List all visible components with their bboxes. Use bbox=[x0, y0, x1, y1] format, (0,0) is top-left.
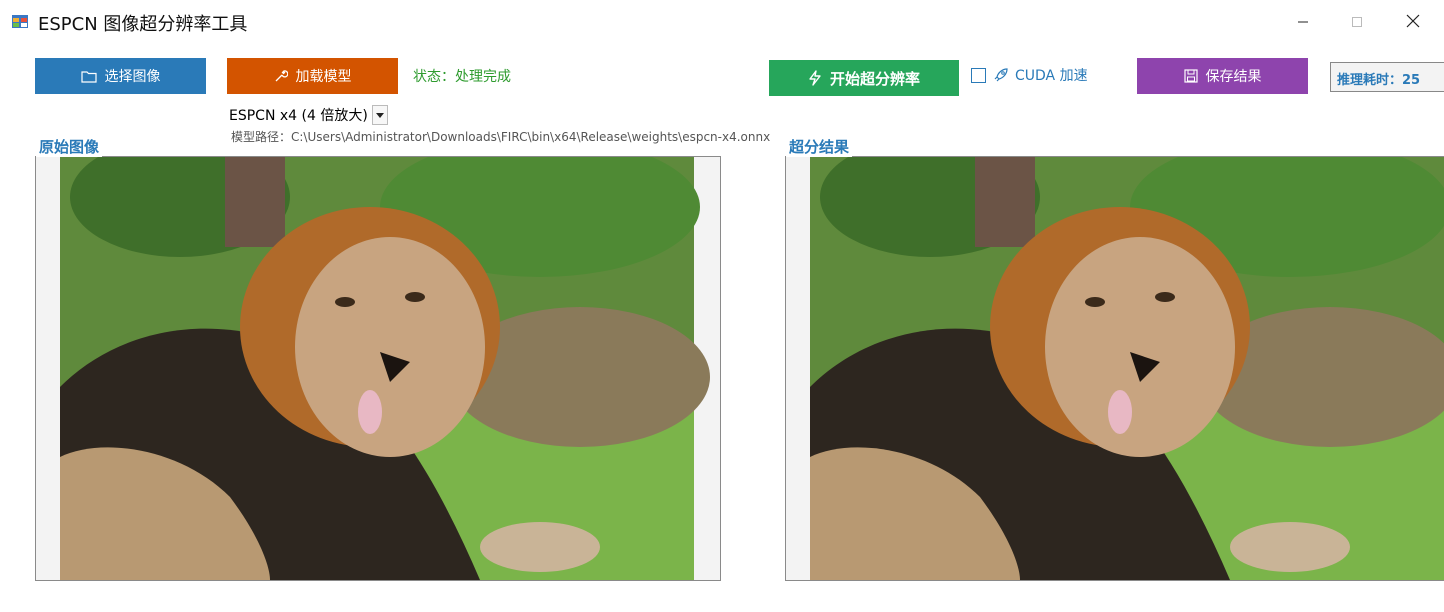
result-image bbox=[786, 157, 1444, 580]
load-model-button[interactable]: 加载模型 bbox=[227, 58, 398, 94]
status-text: 状态：处理完成 bbox=[413, 69, 511, 85]
select-image-label: 选择图像 bbox=[104, 69, 161, 85]
start-label: 开始超分辨率 bbox=[829, 69, 920, 88]
select-image-button[interactable]: 选择图像 bbox=[35, 58, 206, 94]
wrench-icon bbox=[274, 69, 288, 83]
result-image-panel bbox=[785, 156, 1444, 581]
minimize-button[interactable] bbox=[1280, 0, 1326, 44]
cuda-label: CUDA 加速 bbox=[1015, 68, 1088, 84]
save-label: 保存结果 bbox=[1205, 69, 1262, 85]
start-super-resolution-button[interactable]: 开始超分辨率 bbox=[769, 60, 959, 96]
save-result-button[interactable]: 保存结果 bbox=[1137, 58, 1308, 94]
inference-time-label: 推理耗时：25 bbox=[1330, 62, 1444, 92]
folder-icon bbox=[80, 70, 97, 83]
result-image-label: 超分结果 bbox=[786, 136, 853, 157]
original-image bbox=[36, 157, 720, 580]
title-bar: ESPCN 图像超分辨率工具 bbox=[0, 0, 1444, 44]
app-window-icon bbox=[12, 13, 28, 29]
minimize-icon bbox=[1297, 13, 1309, 32]
model-select[interactable]: ESPCN x4 (4 倍放大) bbox=[229, 104, 388, 126]
model-path-text: 模型路径：C:\Users\Administrator\Downloads\FI… bbox=[231, 130, 771, 144]
cuda-checkbox[interactable]: CUDA 加速 bbox=[971, 65, 1088, 85]
lightning-icon bbox=[808, 70, 822, 86]
maximize-icon bbox=[1351, 13, 1363, 32]
window-title: ESPCN 图像超分辨率工具 bbox=[38, 14, 248, 35]
checkbox-box[interactable] bbox=[971, 67, 986, 83]
close-button[interactable] bbox=[1390, 0, 1436, 44]
save-icon bbox=[1183, 69, 1198, 83]
maximize-button[interactable] bbox=[1334, 0, 1380, 44]
load-model-label: 加载模型 bbox=[295, 69, 352, 85]
close-icon bbox=[1406, 13, 1420, 32]
rocket-icon bbox=[993, 67, 1009, 83]
dropdown-arrow-icon[interactable] bbox=[371, 105, 388, 125]
model-select-value: ESPCN x4 (4 倍放大) bbox=[229, 108, 368, 124]
original-image-label: 原始图像 bbox=[36, 136, 103, 157]
original-image-panel bbox=[35, 156, 721, 581]
